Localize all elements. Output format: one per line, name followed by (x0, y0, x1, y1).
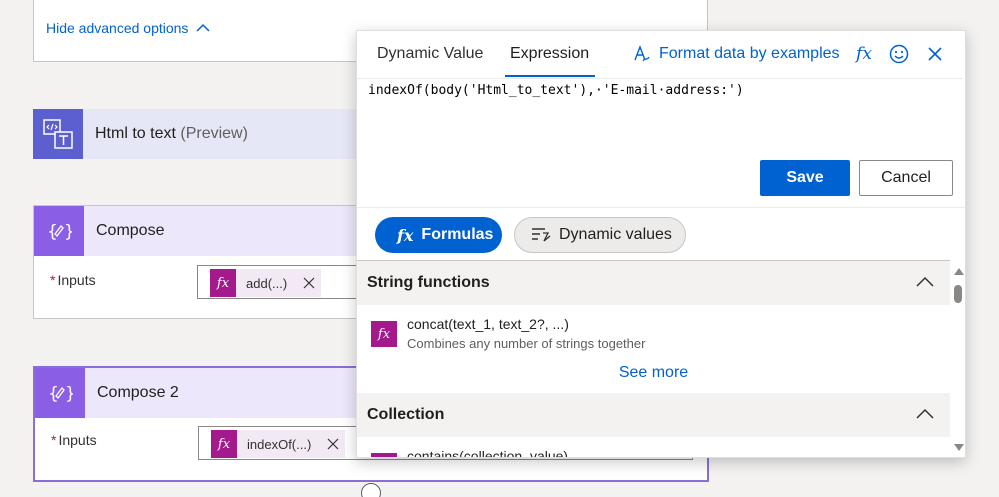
token-label: add(...) (246, 275, 288, 291)
function-list: String functions fx concat(text_1, text_… (357, 260, 950, 458)
svg-text:}: } (64, 222, 72, 242)
format-data-label: Format data by examples (659, 45, 840, 62)
panel-tabs: Dynamic Value Expression Format data by … (357, 31, 965, 77)
chevron-up-icon (196, 23, 210, 32)
section-string-functions[interactable]: String functions (357, 261, 950, 305)
compose-title: Compose (96, 222, 165, 239)
scroll-down-icon[interactable] (954, 444, 964, 451)
hide-advanced-options-label: Hide advanced options (46, 20, 189, 36)
compose-icon: {} (34, 206, 84, 256)
function-item-contains[interactable]: fx contains(collection, value) (357, 439, 950, 458)
expression-token[interactable]: fx add(...) (210, 269, 322, 297)
html-to-text-icon (33, 109, 83, 159)
remove-token-icon[interactable] (321, 430, 345, 458)
dynamic-values-icon (532, 228, 551, 242)
cancel-button[interactable]: Cancel (859, 160, 953, 196)
svg-text:}: } (65, 384, 73, 404)
compose-2-inputs-label: * Inputs (51, 432, 97, 448)
function-list-scrollbar[interactable] (952, 260, 964, 457)
fx-icon: fx (371, 453, 397, 457)
compose-icon: {} (35, 368, 85, 418)
active-tab-indicator (505, 75, 595, 77)
section-title: Collection (367, 406, 445, 423)
close-icon[interactable] (924, 43, 946, 65)
format-data-icon (634, 45, 650, 62)
dynamic-values-label: Dynamic values (559, 226, 672, 243)
tab-dynamic-value[interactable]: Dynamic Value (377, 45, 483, 63)
expression-token[interactable]: fx indexOf(...) (211, 430, 346, 458)
feedback-smiley-icon[interactable] (888, 43, 910, 65)
dynamic-values-pill[interactable]: Dynamic values (514, 217, 686, 253)
fx-icon: fx (210, 269, 236, 297)
add-step-connector[interactable] (361, 483, 381, 497)
see-more-link[interactable]: See more (357, 364, 950, 390)
hide-advanced-options-link[interactable]: Hide advanced options (46, 20, 210, 36)
section-title: String functions (367, 274, 490, 291)
fx-icon[interactable]: fx (853, 43, 875, 65)
section-collection[interactable]: Collection (357, 393, 950, 437)
chevron-up-icon[interactable] (916, 276, 934, 288)
function-name: contains(collection, value) (407, 448, 569, 458)
compose-inputs-label: * Inputs (50, 272, 96, 288)
format-data-by-examples-link[interactable]: Format data by examples (633, 45, 840, 63)
html-to-text-action[interactable]: Html to text (Preview) (33, 109, 393, 159)
function-item-concat[interactable]: fx concat(text_1, text_2?, ...) Combines… (357, 307, 950, 359)
chevron-up-icon[interactable] (916, 408, 934, 420)
token-label: indexOf(...) (247, 436, 312, 452)
preview-suffix: (Preview) (180, 125, 248, 142)
formulas-label: Formulas (421, 226, 494, 243)
fx-icon: fx (211, 430, 237, 458)
formulas-pill[interactable]: fx Formulas (375, 217, 502, 253)
compose-2-title: Compose 2 (97, 384, 179, 401)
scroll-up-icon[interactable] (954, 268, 964, 275)
save-button[interactable]: Save (760, 160, 850, 196)
panel-divider (357, 207, 965, 208)
function-name: concat(text_1, text_2?, ...) (407, 316, 569, 332)
tab-expression[interactable]: Expression (510, 45, 589, 63)
scroll-thumb[interactable] (954, 285, 962, 303)
expression-panel: Dynamic Value Expression Format data by … (356, 30, 966, 458)
html-to-text-title: Html to text (Preview) (95, 125, 248, 142)
remove-token-icon[interactable] (297, 269, 321, 297)
fx-icon: fx (371, 321, 397, 347)
fx-icon: fx (397, 225, 414, 245)
function-description: Combines any number of strings together (407, 336, 646, 351)
expression-text[interactable]: indexOf(body('Html_to_text'),·'E-mail·ad… (368, 83, 744, 98)
